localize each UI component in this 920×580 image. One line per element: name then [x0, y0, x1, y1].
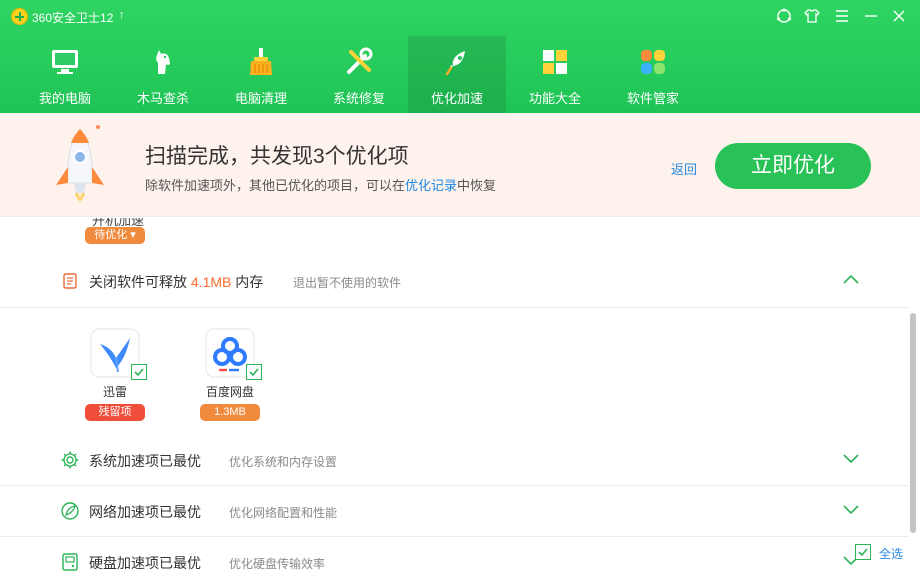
grid-icon: [543, 50, 567, 74]
optimize-history-link[interactable]: 优化记录: [405, 178, 457, 193]
menu-icon[interactable]: [832, 6, 852, 26]
header: 360安全卫士12 ↑ 我的电脑 木马查杀 电脑清理 系统修复 优化加速 功能大…: [0, 0, 920, 113]
skin-icon[interactable]: [802, 6, 822, 26]
nav-label: 优化加速: [430, 91, 483, 106]
system-acceleration-title: 系统加速项已最优: [89, 453, 201, 469]
nav-label: 功能大全: [528, 91, 581, 106]
rocket-illustration-icon: [56, 125, 104, 201]
broom-icon: [250, 48, 272, 75]
nav-features[interactable]: 功能大全: [506, 36, 604, 113]
chevron-down-icon[interactable]: [842, 452, 860, 464]
nav-optimize[interactable]: 优化加速: [408, 36, 506, 113]
select-all-checkbox[interactable]: 全选: [855, 544, 915, 562]
scrollbar[interactable]: [909, 225, 917, 570]
nav-cleanup[interactable]: 电脑清理: [212, 36, 310, 113]
nav-my-computer[interactable]: 我的电脑: [16, 36, 114, 113]
result-list: 开机加速 待优化 ▾ 关闭软件可释放 4.1MB 内存 退出暂不使用的软件 迅雷…: [0, 218, 908, 580]
apps-icon: [641, 50, 665, 74]
app-card-baidu-netdisk[interactable]: 百度网盘 1.3MB: [195, 328, 265, 421]
horse-icon: [156, 50, 170, 74]
computer-icon: [52, 50, 78, 74]
feedback-icon[interactable]: [774, 6, 794, 26]
divider: [0, 307, 908, 308]
memory-amount: 4.1MB: [190, 274, 232, 290]
leftover-tag: 残留项: [85, 404, 145, 421]
optimize-now-button[interactable]: 立即优化: [715, 143, 871, 189]
baidu-netdisk-checkbox[interactable]: [246, 364, 262, 380]
banner-subtitle: 除软件加速项外，其他已优化的项目，可以在优化记录中恢复: [145, 175, 496, 194]
banner-subtitle-text: 除软件加速项外，其他已优化的项目，可以在: [145, 178, 406, 193]
chevron-up-icon[interactable]: [842, 273, 860, 285]
pending-tag-label: 待优化: [94, 229, 128, 241]
network-acceleration-title: 网络加速项已最优: [89, 504, 201, 520]
title-bar: 360安全卫士12 ↑: [0, 0, 920, 34]
wrench-icon: [347, 47, 373, 74]
disk-acceleration-title: 硬盘加速项已最优: [89, 555, 201, 571]
gear-icon: [61, 451, 79, 469]
nav-label: 软件管家: [626, 91, 679, 106]
hard-disk-icon: [62, 553, 78, 571]
title-text: 关闭软件可释放: [89, 274, 191, 290]
360-logo-icon: [11, 8, 28, 25]
select-all-box[interactable]: [855, 544, 871, 560]
nav-label: 木马查杀: [136, 91, 189, 106]
select-all-label: 全选: [879, 547, 904, 561]
title-text: 内存: [231, 274, 264, 290]
app-title: 360安全卫士12: [32, 11, 114, 25]
rocket-icon: [445, 51, 465, 76]
close-icon[interactable]: [889, 6, 909, 26]
network-acceleration-desc: 优化网络配置和性能: [229, 506, 338, 520]
xunlei-icon: [90, 328, 147, 380]
nav-system-repair[interactable]: 系统修复: [310, 36, 408, 113]
app-card-xunlei[interactable]: 迅雷 残留项: [80, 328, 150, 421]
nav-software-manager[interactable]: 软件管家: [604, 36, 702, 113]
app-name: 百度网盘: [205, 385, 254, 399]
disk-acceleration-section[interactable]: 硬盘加速项已最优 优化硬盘传输效率: [0, 537, 908, 580]
minimize-icon[interactable]: [861, 6, 881, 26]
scrollbar-thumb[interactable]: [910, 313, 916, 533]
close-software-desc: 退出暂不使用的软件: [293, 276, 402, 290]
nav-label: 系统修复: [332, 91, 385, 106]
close-software-section[interactable]: 关闭软件可释放 4.1MB 内存 退出暂不使用的软件: [0, 256, 908, 306]
nav-label: 我的电脑: [38, 91, 91, 106]
banner-subtitle-text: 中恢复: [457, 178, 497, 193]
baidu-netdisk-icon: [205, 328, 262, 380]
memory-size-tag: 1.3MB: [200, 404, 260, 421]
pending-optimize-tag[interactable]: 待优化 ▾: [85, 227, 145, 244]
network-leaf-icon: [61, 502, 79, 520]
upgrade-arrow-icon[interactable]: ↑: [119, 9, 125, 21]
nav-trojan-scan[interactable]: 木马查杀: [114, 36, 212, 113]
nav-label: 电脑清理: [234, 91, 287, 106]
system-acceleration-section[interactable]: 系统加速项已最优 优化系统和内存设置: [0, 435, 908, 485]
chevron-down-icon[interactable]: [842, 503, 860, 515]
scan-result-banner: 扫描完成，共发现3个优化项 除软件加速项外，其他已优化的项目，可以在优化记录中恢…: [0, 113, 920, 217]
memory-chip-icon: [63, 273, 77, 289]
xunlei-checkbox[interactable]: [131, 364, 147, 380]
system-acceleration-desc: 优化系统和内存设置: [229, 455, 338, 469]
app-name: 迅雷: [102, 385, 127, 399]
close-software-title: 关闭软件可释放 4.1MB 内存: [89, 272, 263, 292]
network-acceleration-section[interactable]: 网络加速项已最优 优化网络配置和性能: [0, 486, 908, 536]
back-link[interactable]: 返回: [671, 159, 697, 178]
banner-title: 扫描完成，共发现3个优化项: [145, 145, 409, 168]
disk-acceleration-desc: 优化硬盘传输效率: [229, 557, 326, 571]
